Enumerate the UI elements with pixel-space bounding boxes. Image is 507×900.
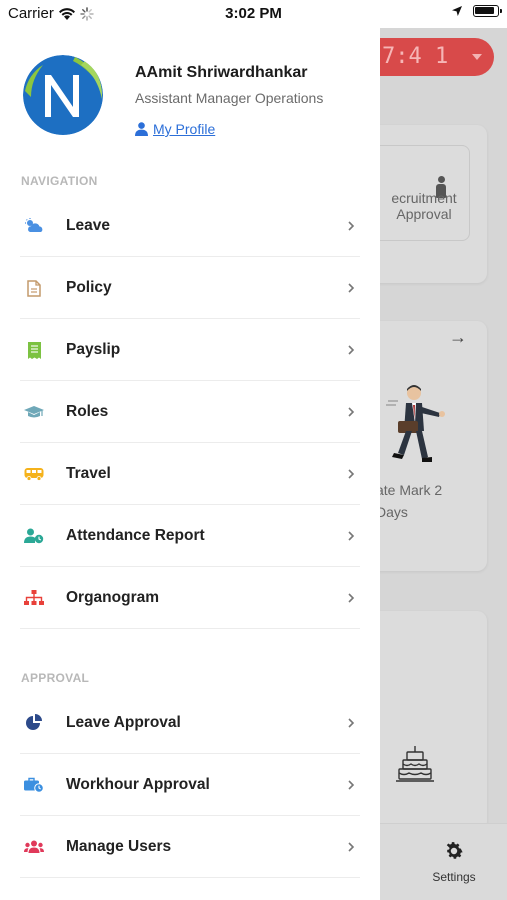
menu-item-label: Payslip xyxy=(66,340,121,358)
menu-item-roles[interactable]: Roles xyxy=(20,381,360,443)
gear-icon xyxy=(446,842,463,859)
status-right xyxy=(451,5,502,17)
background-tab-bar: Settings xyxy=(380,823,507,900)
menu-item-label: Leave Approval xyxy=(66,713,181,731)
menu-item-label: Travel xyxy=(66,464,111,482)
profile-name: AAmit Shriwardhankar xyxy=(135,64,308,81)
background-clock-text: 7:4 1 xyxy=(382,44,449,69)
navigation-section-title: NAVIGATION xyxy=(21,174,98,188)
location-arrow-icon xyxy=(452,6,462,16)
briefcase-clock-icon xyxy=(24,776,44,794)
menu-item-label: Organogram xyxy=(66,588,160,606)
menu-item-label: Attendance Report xyxy=(66,526,205,544)
background-card-recruitment: ecruitment Approval xyxy=(380,125,487,283)
menu-item-travel[interactable]: Travel xyxy=(20,443,360,505)
background-app[interactable]: 7:4 1 ecruitment Approval → ate Mark 2 D… xyxy=(380,28,507,900)
tab-settings-label: Settings xyxy=(432,870,476,884)
document-icon xyxy=(24,279,44,297)
running-man-illustration xyxy=(386,385,445,462)
background-card-late-mark: → ate Mark 2 Days xyxy=(380,321,487,571)
approval-menu: Leave Approval Workhour Approval Manage … xyxy=(20,692,360,878)
background-card1-label: ecruitment Approval xyxy=(391,190,457,222)
company-logo-icon xyxy=(23,55,103,135)
cake-icon xyxy=(396,746,434,782)
navigation-menu: Leave Policy Payslip Roles Travel Attend… xyxy=(20,195,360,629)
background-card2-label: ate Mark 2 Days xyxy=(380,482,443,520)
chevron-right-icon xyxy=(348,407,355,417)
chevron-right-icon xyxy=(348,531,355,541)
arrow-right-icon: → xyxy=(449,327,467,347)
chevron-right-icon xyxy=(348,842,355,852)
chevron-right-icon xyxy=(348,283,355,293)
menu-item-attendance-report[interactable]: Attendance Report xyxy=(20,505,360,567)
tab-settings[interactable]: Settings xyxy=(430,840,478,884)
chevron-right-icon xyxy=(348,593,355,603)
menu-item-label: Manage Users xyxy=(66,837,172,855)
background-clock-pill: 7:4 1 xyxy=(380,38,494,76)
chevron-right-icon xyxy=(348,780,355,790)
cloud-sun-icon xyxy=(24,217,44,235)
menu-item-manage-users[interactable]: Manage Users xyxy=(20,816,360,878)
status-bar: Carrier 3:02 PM xyxy=(0,0,507,28)
profile-header: AAmit Shriwardhankar Assistant Manager O… xyxy=(0,28,380,158)
status-time: 3:02 PM xyxy=(225,5,282,22)
chevron-right-icon xyxy=(348,345,355,355)
battery-icon xyxy=(473,5,502,17)
menu-item-workhour-approval[interactable]: Workhour Approval xyxy=(20,754,360,816)
user-icon xyxy=(135,122,148,136)
menu-item-organogram[interactable]: Organogram xyxy=(20,567,360,629)
chevron-right-icon xyxy=(348,718,355,728)
chevron-right-icon xyxy=(348,221,355,231)
pie-chart-icon xyxy=(24,714,44,732)
menu-item-leave[interactable]: Leave xyxy=(20,195,360,257)
approval-section-title: APPROVAL xyxy=(21,671,90,685)
receipt-icon xyxy=(24,341,44,359)
my-profile-label: My Profile xyxy=(153,121,216,137)
chevron-right-icon xyxy=(348,469,355,479)
avatar[interactable] xyxy=(23,55,103,135)
menu-item-label: Roles xyxy=(66,402,109,420)
menu-item-label: Policy xyxy=(66,278,112,296)
users-icon xyxy=(24,838,44,856)
background-card-birthday xyxy=(380,611,487,831)
menu-item-policy[interactable]: Policy xyxy=(20,257,360,319)
graduation-cap-icon xyxy=(24,403,44,421)
menu-item-label: Workhour Approval xyxy=(66,775,210,793)
sitemap-icon xyxy=(24,589,44,607)
user-clock-icon xyxy=(24,527,44,545)
menu-item-leave-approval[interactable]: Leave Approval xyxy=(20,692,360,754)
menu-item-payslip[interactable]: Payslip xyxy=(20,319,360,381)
side-drawer: AAmit Shriwardhankar Assistant Manager O… xyxy=(0,28,380,900)
bus-icon xyxy=(24,465,44,483)
chevron-down-icon xyxy=(472,54,482,60)
my-profile-link[interactable]: My Profile xyxy=(135,121,215,137)
profile-role: Assistant Manager Operations xyxy=(135,90,324,106)
menu-item-label: Leave xyxy=(66,216,110,234)
